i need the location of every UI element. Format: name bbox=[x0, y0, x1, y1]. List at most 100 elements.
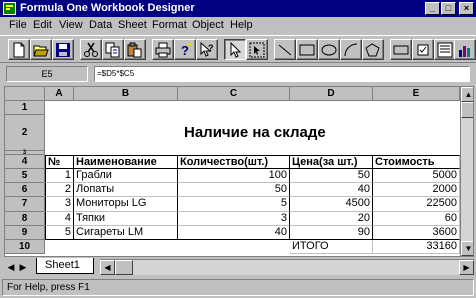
title-bar: Formula One Workbook Designer _ □ × bbox=[0, 0, 476, 17]
dropdown-icon[interactable] bbox=[434, 39, 456, 60]
scroll-thumb[interactable] bbox=[461, 102, 473, 118]
item-cost[interactable]: 22500 bbox=[373, 197, 460, 212]
item-quantity[interactable]: 3 bbox=[178, 212, 290, 226]
column-header-d[interactable]: D bbox=[290, 87, 373, 101]
item-quantity[interactable]: 50 bbox=[178, 183, 290, 197]
menu-file[interactable]: File bbox=[9, 19, 27, 31]
scroll-right-arrow-icon[interactable]: ▶ bbox=[459, 260, 474, 275]
arc-icon[interactable] bbox=[340, 39, 362, 60]
maximize-button[interactable]: □ bbox=[441, 2, 456, 15]
paste-icon[interactable] bbox=[124, 39, 146, 60]
select-object-icon[interactable] bbox=[246, 39, 268, 60]
sheet-tab-strip: ◀ ▶ Sheet1 ◀ ▶ bbox=[4, 258, 474, 276]
total-label[interactable]: ИТОГО bbox=[290, 240, 373, 254]
chart-icon[interactable] bbox=[454, 39, 476, 60]
menu-view[interactable]: View bbox=[59, 19, 83, 31]
horizontal-scroll-thumb[interactable] bbox=[115, 260, 133, 275]
item-number[interactable]: 1 bbox=[45, 169, 74, 183]
menu-format[interactable]: Format bbox=[152, 19, 187, 31]
formula-input[interactable]: =$D5*$C5 bbox=[94, 66, 470, 82]
scroll-left-arrow-icon[interactable]: ◀ bbox=[100, 260, 115, 275]
menu-sheet[interactable]: Sheet bbox=[118, 19, 147, 31]
header-number[interactable]: № bbox=[45, 155, 74, 169]
vertical-scrollbar[interactable]: ▲ ▼ bbox=[460, 87, 473, 256]
total-value[interactable]: 33160 bbox=[373, 240, 460, 254]
row-header-1[interactable]: 1 bbox=[5, 101, 45, 115]
item-cost[interactable]: 3600 bbox=[373, 226, 460, 240]
menu-object[interactable]: Object bbox=[192, 19, 224, 31]
select-all-corner[interactable] bbox=[5, 87, 45, 101]
item-price[interactable]: 40 bbox=[290, 183, 373, 197]
cell-reference-box[interactable]: E5 bbox=[6, 66, 88, 82]
row-header-7[interactable]: 7 bbox=[5, 197, 45, 212]
ellipse-icon[interactable] bbox=[318, 39, 340, 60]
polygon-icon[interactable] bbox=[362, 39, 384, 60]
rectangle-icon[interactable] bbox=[296, 39, 318, 60]
item-name[interactable]: Грабли bbox=[74, 169, 178, 183]
help-icon[interactable]: ? bbox=[174, 39, 196, 60]
header-name[interactable]: Наименование bbox=[74, 155, 178, 169]
context-help-icon[interactable]: ? bbox=[196, 39, 218, 60]
row-header-6[interactable]: 6 bbox=[5, 183, 45, 197]
column-header-c[interactable]: C bbox=[178, 87, 290, 101]
item-quantity[interactable]: 5 bbox=[178, 197, 290, 212]
item-name[interactable]: Сигареты LM bbox=[74, 226, 178, 240]
item-quantity[interactable]: 100 bbox=[178, 169, 290, 183]
new-file-icon[interactable] bbox=[8, 39, 30, 60]
print-icon[interactable] bbox=[152, 39, 174, 60]
minimize-button[interactable]: _ bbox=[425, 2, 440, 15]
horizontal-scrollbar[interactable]: ◀ ▶ bbox=[100, 259, 474, 275]
tab-next-arrow-icon[interactable]: ▶ bbox=[18, 260, 28, 274]
spreadsheet-grid[interactable]: A B C D E 1 2 3 4 5 6 7 8 9 10 Наличие н… bbox=[4, 86, 474, 257]
row-header-4[interactable]: 4 bbox=[5, 155, 45, 169]
svg-text:?: ? bbox=[208, 43, 214, 53]
header-quantity[interactable]: Количество(шт.) bbox=[178, 155, 290, 169]
item-number[interactable]: 4 bbox=[45, 212, 74, 226]
item-cost[interactable]: 2000 bbox=[373, 183, 460, 197]
item-number[interactable]: 2 bbox=[45, 183, 74, 197]
row-header-9[interactable]: 9 bbox=[5, 226, 45, 240]
copy-icon[interactable] bbox=[102, 39, 124, 60]
item-price[interactable]: 4500 bbox=[290, 197, 373, 212]
tab-prev-arrow-icon[interactable]: ◀ bbox=[6, 260, 16, 274]
cut-icon[interactable] bbox=[80, 39, 102, 60]
header-price[interactable]: Цена(за шт.) bbox=[290, 155, 373, 169]
toolbar: ? ? bbox=[0, 35, 476, 63]
menu-bar: File Edit View Data Sheet Format Object … bbox=[0, 17, 476, 35]
row-header-2[interactable]: 2 bbox=[5, 115, 45, 151]
menu-edit[interactable]: Edit bbox=[33, 19, 52, 31]
app-window: Formula One Workbook Designer _ □ × File… bbox=[0, 0, 476, 298]
scroll-down-arrow-icon[interactable]: ▼ bbox=[461, 241, 473, 256]
item-number[interactable]: 5 bbox=[45, 226, 74, 240]
item-quantity[interactable]: 40 bbox=[178, 226, 290, 240]
window-title: Formula One Workbook Designer bbox=[20, 2, 195, 14]
header-cost[interactable]: Стоимость bbox=[373, 155, 460, 169]
scroll-up-arrow-icon[interactable]: ▲ bbox=[461, 87, 473, 102]
item-price[interactable]: 50 bbox=[290, 169, 373, 183]
menu-help[interactable]: Help bbox=[230, 19, 253, 31]
select-pointer-icon[interactable] bbox=[224, 39, 246, 60]
close-button[interactable]: × bbox=[459, 2, 474, 15]
item-name[interactable]: Лопаты bbox=[74, 183, 178, 197]
checkbox-icon[interactable] bbox=[412, 39, 434, 60]
open-folder-icon[interactable] bbox=[30, 39, 52, 60]
column-header-b[interactable]: B bbox=[74, 87, 178, 101]
row-header-10[interactable]: 10 bbox=[5, 240, 45, 254]
row-header-8[interactable]: 8 bbox=[5, 212, 45, 226]
button-icon[interactable] bbox=[390, 39, 412, 60]
item-cost[interactable]: 5000 bbox=[373, 169, 460, 183]
save-icon[interactable] bbox=[52, 39, 74, 60]
column-header-e[interactable]: E bbox=[373, 87, 460, 101]
line-icon[interactable] bbox=[274, 39, 296, 60]
item-cost[interactable]: 60 bbox=[373, 212, 460, 226]
item-name[interactable]: Мониторы LG bbox=[74, 197, 178, 212]
sheet-title[interactable]: Наличие на складе bbox=[74, 115, 460, 151]
tab-sheet1[interactable]: Sheet1 bbox=[36, 258, 94, 274]
row-header-5[interactable]: 5 bbox=[5, 169, 45, 183]
item-price[interactable]: 20 bbox=[290, 212, 373, 226]
item-price[interactable]: 90 bbox=[290, 226, 373, 240]
item-name[interactable]: Тяпки bbox=[74, 212, 178, 226]
menu-data[interactable]: Data bbox=[89, 19, 112, 31]
item-number[interactable]: 3 bbox=[45, 197, 74, 212]
column-header-a[interactable]: A bbox=[45, 87, 74, 101]
